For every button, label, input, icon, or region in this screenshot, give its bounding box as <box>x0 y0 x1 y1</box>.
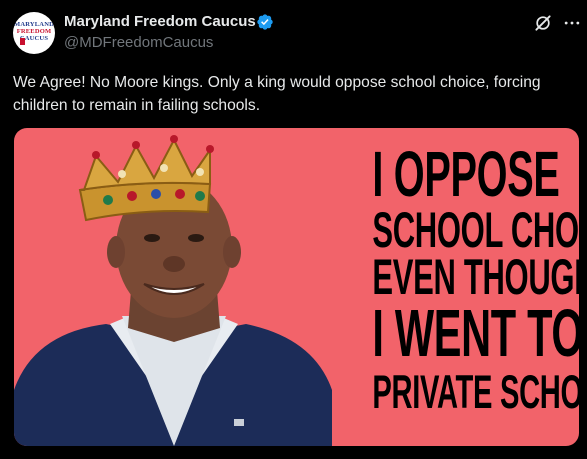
tweet-media-image[interactable]: I OPPOSE SCHOOL CHOICE EVEN THOUGH I WEN… <box>14 128 579 446</box>
author-name[interactable]: Maryland Freedom Caucus <box>64 13 256 31</box>
slogan-line: PRIVATE SCHOOL <box>372 365 579 418</box>
slogan-text: I OPPOSE SCHOOL CHOICE EVEN THOUGH I WEN… <box>326 138 579 418</box>
more-options-icon[interactable] <box>562 13 582 33</box>
slogan-line: EVEN THOUGH <box>372 249 579 305</box>
grok-icon[interactable] <box>533 13 553 33</box>
tweet-text: We Agree! No Moore kings. Only a king wo… <box>13 74 541 114</box>
avatar-line: MARYLAND <box>13 21 54 28</box>
avatar[interactable]: MARYLAND FREEDOM CAUCUS <box>13 12 55 54</box>
verified-badge-icon[interactable] <box>256 13 274 31</box>
slogan-line: SCHOOL CHOICE <box>372 202 579 258</box>
author-handle[interactable]: @MDFreedomCaucus <box>64 34 213 52</box>
slogan-line: I OPPOSE <box>372 138 560 210</box>
flag-pin-icon <box>234 419 244 426</box>
flag-icon <box>20 38 25 45</box>
slogan-line: I WENT TO <box>372 296 579 371</box>
avatar-line: FREEDOM <box>16 28 52 35</box>
